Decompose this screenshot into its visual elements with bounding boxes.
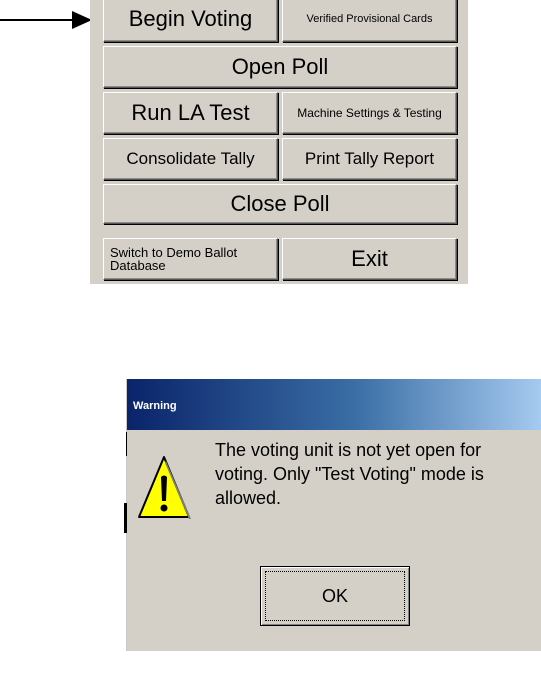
run-la-test-button[interactable]: Run LA Test: [103, 92, 278, 134]
focus-rectangle: [265, 571, 405, 621]
print-tally-report-button[interactable]: Print Tally Report: [282, 138, 457, 180]
switch-demo-ballot-button[interactable]: Switch to Demo Ballot Database: [103, 238, 278, 280]
warning-triangle-icon: [137, 455, 191, 521]
dialog-title: Warning: [133, 400, 177, 412]
ok-button[interactable]: OK: [260, 566, 410, 626]
switch-demo-line2: Database: [110, 258, 166, 273]
run-la-test-label: Run LA Test: [131, 100, 250, 125]
print-tally-report-label: Print Tally Report: [304, 149, 435, 168]
warning-dialog: Warning The voting unit is not yet open …: [127, 379, 541, 651]
exit-button[interactable]: Exit: [282, 238, 457, 280]
consolidate-tally-button[interactable]: Consolidate Tally: [103, 138, 278, 180]
consolidate-tally-label: Consolidate Tally: [126, 149, 255, 168]
verified-provisional-cards-button[interactable]: Verified Provisional Cards: [282, 0, 457, 42]
open-poll-label: Open Poll: [231, 54, 329, 79]
main-menu-panel: Begin Voting Verified Provisional Cards …: [90, 0, 468, 284]
dialog-titlebar[interactable]: Warning: [127, 379, 541, 430]
begin-voting-button[interactable]: Begin Voting: [103, 0, 278, 42]
exit-label: Exit: [351, 246, 388, 271]
machine-settings-label: Machine Settings & Testing: [297, 106, 442, 120]
machine-settings-testing-button[interactable]: Machine Settings & Testing: [282, 92, 457, 134]
warning-message: The voting unit is not yet open for voti…: [215, 440, 484, 508]
open-poll-button[interactable]: Open Poll: [103, 46, 457, 88]
close-poll-label: Close Poll: [230, 191, 330, 216]
close-poll-button[interactable]: Close Poll: [103, 184, 457, 224]
verified-provisional-label: Verified Provisional Cards: [306, 13, 433, 25]
begin-voting-label: Begin Voting: [128, 6, 253, 31]
